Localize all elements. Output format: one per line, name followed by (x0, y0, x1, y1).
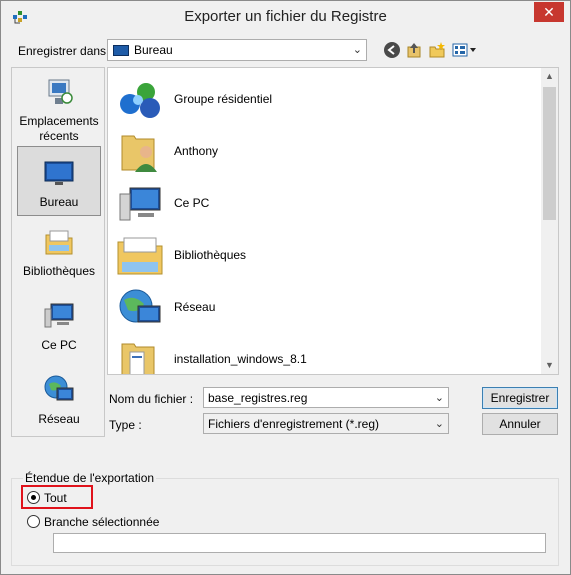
radio-all[interactable] (27, 491, 40, 504)
list-item[interactable]: Anthony (114, 126, 534, 176)
filename-input[interactable]: base_registres.reg ⌄ (203, 387, 449, 408)
place-network[interactable]: Réseau (17, 374, 101, 427)
scroll-up-icon[interactable]: ▲ (541, 68, 558, 85)
filename-value: base_registres.reg (208, 391, 308, 405)
radio-all-label[interactable]: Tout (44, 491, 67, 505)
scroll-thumb[interactable] (543, 87, 556, 220)
new-folder-icon[interactable] (428, 41, 446, 59)
list-item[interactable]: installation_windows_8.1 (114, 334, 534, 374)
file-name: Réseau (174, 300, 216, 314)
radio-branch-label[interactable]: Branche sélectionnée (44, 515, 159, 529)
this-pc-icon (119, 187, 161, 221)
chevron-down-icon: ⌄ (352, 44, 362, 56)
window-title: Exporter un fichier du Registre (184, 8, 387, 25)
filetype-dropdown[interactable]: Fichiers d'enregistrement (*.reg) ⌄ (203, 413, 449, 434)
file-name: Anthony (174, 144, 219, 158)
desktop-icon (44, 161, 74, 185)
back-icon[interactable] (383, 41, 401, 59)
up-folder-icon[interactable] (405, 41, 423, 59)
export-registry-dialog: Exporter un fichier du Registre ✕ Enregi… (0, 0, 571, 575)
file-name: Groupe résidentiel (174, 92, 273, 106)
place-label: Emplacements récents (19, 114, 99, 143)
close-button[interactable]: ✕ (534, 2, 564, 22)
place-libraries[interactable]: Bibliothèques (17, 226, 101, 279)
places-bar: Emplacements récents Bureau Bibliothèque… (11, 67, 105, 437)
user-folder-icon (121, 135, 157, 172)
vertical-scrollbar[interactable]: ▲ ▼ (541, 68, 558, 374)
place-label: Réseau (38, 412, 80, 426)
radio-branch[interactable] (27, 515, 40, 528)
save-in-dropdown[interactable]: Bureau ⌄ (107, 39, 367, 61)
list-item[interactable]: Ce PC (114, 178, 534, 228)
save-in-value: Bureau (134, 43, 173, 57)
folder-icon (121, 343, 155, 374)
scroll-down-icon[interactable]: ▼ (541, 357, 558, 374)
cancel-button[interactable]: Annuler (482, 413, 558, 435)
filetype-label: Type : (109, 418, 142, 432)
branch-input[interactable] (53, 533, 546, 553)
save-in-label: Enregistrer dans : (18, 44, 113, 58)
save-button[interactable]: Enregistrer (482, 387, 558, 409)
place-label: Bibliothèques (22, 264, 96, 278)
chevron-down-icon[interactable]: ⌄ (435, 391, 444, 404)
file-name: Ce PC (174, 196, 210, 210)
file-list[interactable]: Groupe résidentiel Anthony Ce PC Bibliot… (107, 67, 559, 375)
list-item[interactable]: Bibliothèques (114, 230, 534, 280)
export-range-title: Étendue de l'exportation (23, 471, 157, 485)
place-desktop[interactable]: Bureau (17, 146, 101, 216)
place-this-pc[interactable]: Ce PC (17, 300, 101, 353)
place-label: Ce PC (41, 338, 77, 352)
this-pc-icon (44, 303, 74, 328)
desktop-icon (113, 45, 129, 56)
homegroup-icon (120, 83, 160, 118)
list-item[interactable]: Réseau (114, 282, 534, 332)
libraries-icon (45, 230, 73, 255)
recent-places-icon (48, 79, 73, 104)
file-name: installation_windows_8.1 (174, 352, 307, 366)
list-item[interactable]: Groupe résidentiel (114, 74, 534, 124)
network-icon (119, 289, 161, 323)
filename-label: Nom du fichier : (109, 392, 194, 406)
filetype-value: Fichiers d'enregistrement (*.reg) (208, 417, 380, 431)
network-icon (44, 375, 74, 401)
chevron-down-icon[interactable]: ⌄ (435, 417, 444, 430)
place-recent[interactable]: Emplacements récents (17, 76, 101, 144)
place-label: Bureau (39, 195, 79, 209)
file-name: Bibliothèques (174, 248, 247, 262)
libraries-icon (117, 237, 163, 275)
view-menu-icon[interactable] (451, 41, 477, 59)
title-bar: Exporter un fichier du Registre ✕ (1, 1, 570, 33)
